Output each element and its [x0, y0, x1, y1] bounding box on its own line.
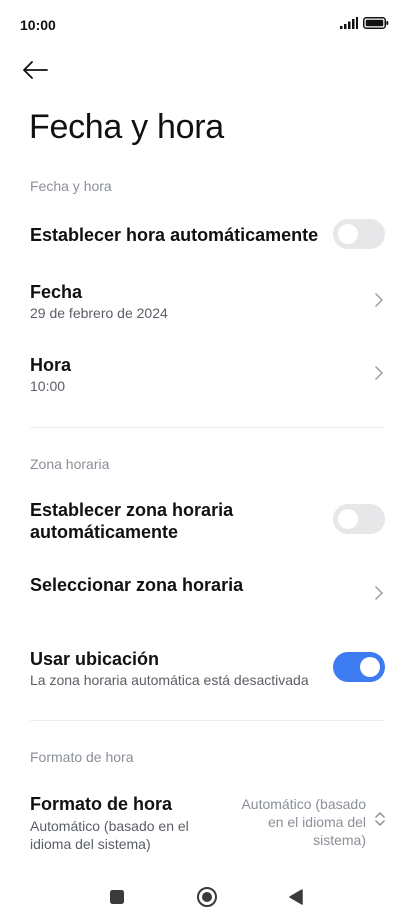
time-row[interactable]: Hora 10:00 [0, 345, 415, 401]
select-timezone-title: Seleccionar zona horaria [30, 575, 244, 595]
use-location-title: Usar ubicación [30, 649, 160, 669]
select-timezone-row[interactable]: Seleccionar zona horaria [0, 566, 415, 610]
time-format-subtitle-line1: Automático (basado en el [30, 818, 189, 834]
system-back-button[interactable] [282, 884, 310, 910]
time-format-value-line2: en el idioma del [267, 814, 366, 830]
use-location-toggle[interactable] [333, 652, 385, 682]
time-format-subtitle-line2: idioma del sistema) [30, 836, 151, 852]
divider [30, 427, 385, 428]
time-format-value-line1: Automático (basado [241, 796, 366, 812]
status-icons [340, 17, 389, 29]
recents-square-icon [110, 890, 124, 904]
auto-timezone-title-line1: Establecer zona horaria [30, 500, 234, 520]
time-format-title: Formato de hora [30, 794, 173, 814]
time-format-value-line3: sistema) [313, 832, 366, 848]
date-title: Fecha [30, 282, 83, 302]
section-label-date-time: Fecha y hora [30, 178, 112, 194]
status-bar: 10:00 [0, 0, 415, 48]
back-triangle-icon [289, 889, 303, 905]
auto-time-title: Establecer hora automáticamente [30, 225, 319, 245]
date-value: 29 de febrero de 2024 [30, 305, 168, 321]
recents-button[interactable] [103, 884, 131, 910]
nav-bar [0, 870, 415, 924]
section-label-time-format: Formato de hora [30, 749, 134, 765]
time-format-row[interactable]: Formato de hora Automático (basado en el… [0, 786, 415, 852]
auto-timezone-toggle[interactable] [333, 504, 385, 534]
toggle-knob [338, 509, 358, 529]
auto-time-toggle[interactable] [333, 219, 385, 249]
battery-icon [363, 17, 389, 29]
toggle-knob [338, 224, 358, 244]
page-title: Fecha y hora [29, 108, 224, 146]
section-label-timezone: Zona horaria [30, 456, 110, 472]
time-title: Hora [30, 355, 72, 375]
chevron-right-icon [375, 586, 383, 600]
date-row[interactable]: Fecha 29 de febrero de 2024 [0, 272, 415, 328]
use-location-subtitle: La zona horaria automática está desactiv… [30, 672, 309, 688]
back-button[interactable] [22, 52, 62, 88]
signal-icon [340, 17, 358, 29]
chevron-right-icon [375, 293, 383, 307]
auto-timezone-row[interactable]: Establecer zona horaria automáticamente [0, 492, 415, 548]
home-button[interactable] [193, 884, 221, 910]
auto-timezone-title-line2: automáticamente [30, 522, 179, 542]
status-time: 10:00 [20, 17, 56, 33]
auto-time-row[interactable]: Establecer hora automáticamente [0, 212, 415, 258]
use-location-row[interactable]: Usar ubicación La zona horaria automátic… [0, 640, 415, 696]
time-value: 10:00 [30, 378, 66, 394]
home-circle-icon [197, 887, 217, 907]
toggle-knob [360, 657, 380, 677]
chevron-right-icon [375, 366, 383, 380]
arrow-left-icon [23, 61, 48, 79]
divider [30, 720, 385, 721]
chevron-up-down-icon [375, 812, 385, 826]
time-format-value: Automático (basado en el idioma del sist… [221, 795, 366, 849]
